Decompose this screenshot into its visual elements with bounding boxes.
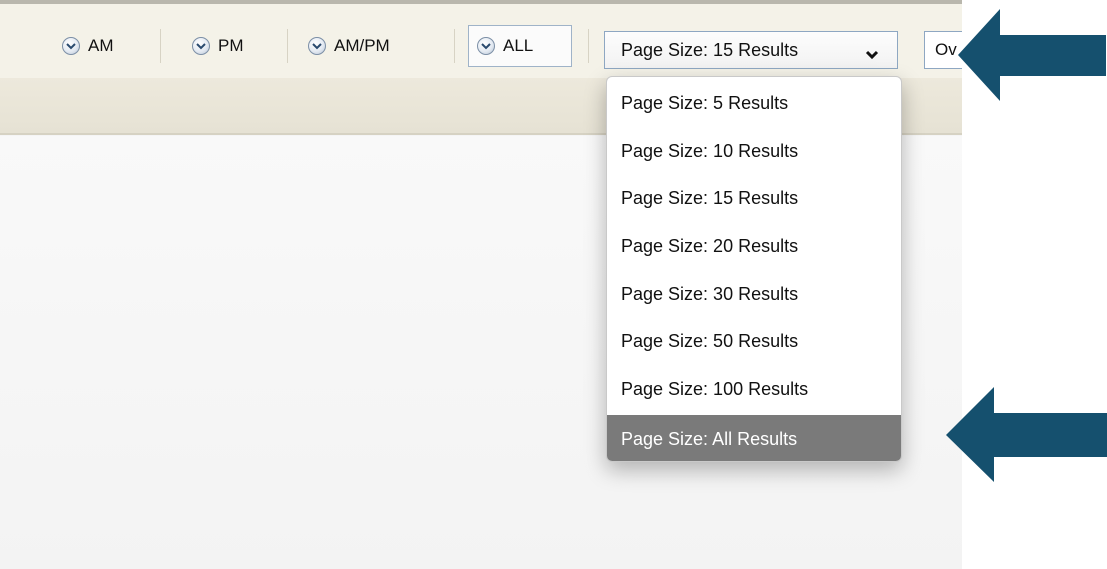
- annotation-arrow-bottom: [946, 387, 1107, 482]
- page-size-option-100[interactable]: Page Size: 100 Results: [607, 365, 901, 413]
- am-pm-filter-button[interactable]: AM/PM: [308, 27, 390, 65]
- toolbar-separator: [588, 29, 589, 63]
- pm-filter-button[interactable]: PM: [192, 27, 244, 65]
- toolbar-separator: [160, 29, 161, 63]
- page-size-option-20[interactable]: Page Size: 20 Results: [607, 222, 901, 270]
- page-size-option-30[interactable]: Page Size: 30 Results: [607, 270, 901, 318]
- page-size-option-all[interactable]: Page Size: All Results: [607, 415, 901, 461]
- clock-icon: [477, 37, 495, 55]
- page-size-option-50[interactable]: Page Size: 50 Results: [607, 317, 901, 365]
- toolbar-separator: [287, 29, 288, 63]
- all-filter-label: ALL: [503, 36, 534, 55]
- page-size-select[interactable]: Page Size: 15 Results: [604, 31, 898, 69]
- am-filter-label: AM: [88, 36, 114, 55]
- am-pm-filter-label: AM/PM: [334, 36, 390, 55]
- page-size-option-5[interactable]: Page Size: 5 Results: [607, 79, 901, 127]
- annotation-arrow-top: [958, 9, 1106, 101]
- page-size-option-15[interactable]: Page Size: 15 Results: [607, 174, 901, 222]
- clock-icon: [308, 37, 326, 55]
- page-size-option-10[interactable]: Page Size: 10 Results: [607, 127, 901, 175]
- am-filter-button[interactable]: AM: [62, 27, 114, 65]
- chevron-down-icon: [865, 44, 879, 65]
- toolbar: AM PM AM/PM ALL Page Size: 15 Results Ov: [0, 4, 962, 79]
- clock-icon: [62, 37, 80, 55]
- page-size-selected-value: Page Size: 15 Results: [621, 39, 799, 60]
- page-size-dropdown: Page Size: 5 Results Page Size: 10 Resul…: [606, 76, 902, 462]
- pm-filter-label: PM: [218, 36, 244, 55]
- clock-icon: [192, 37, 210, 55]
- toolbar-separator: [454, 29, 455, 63]
- app-area: AM PM AM/PM ALL Page Size: 15 Results Ov…: [0, 0, 962, 569]
- all-filter-button[interactable]: ALL: [468, 25, 572, 67]
